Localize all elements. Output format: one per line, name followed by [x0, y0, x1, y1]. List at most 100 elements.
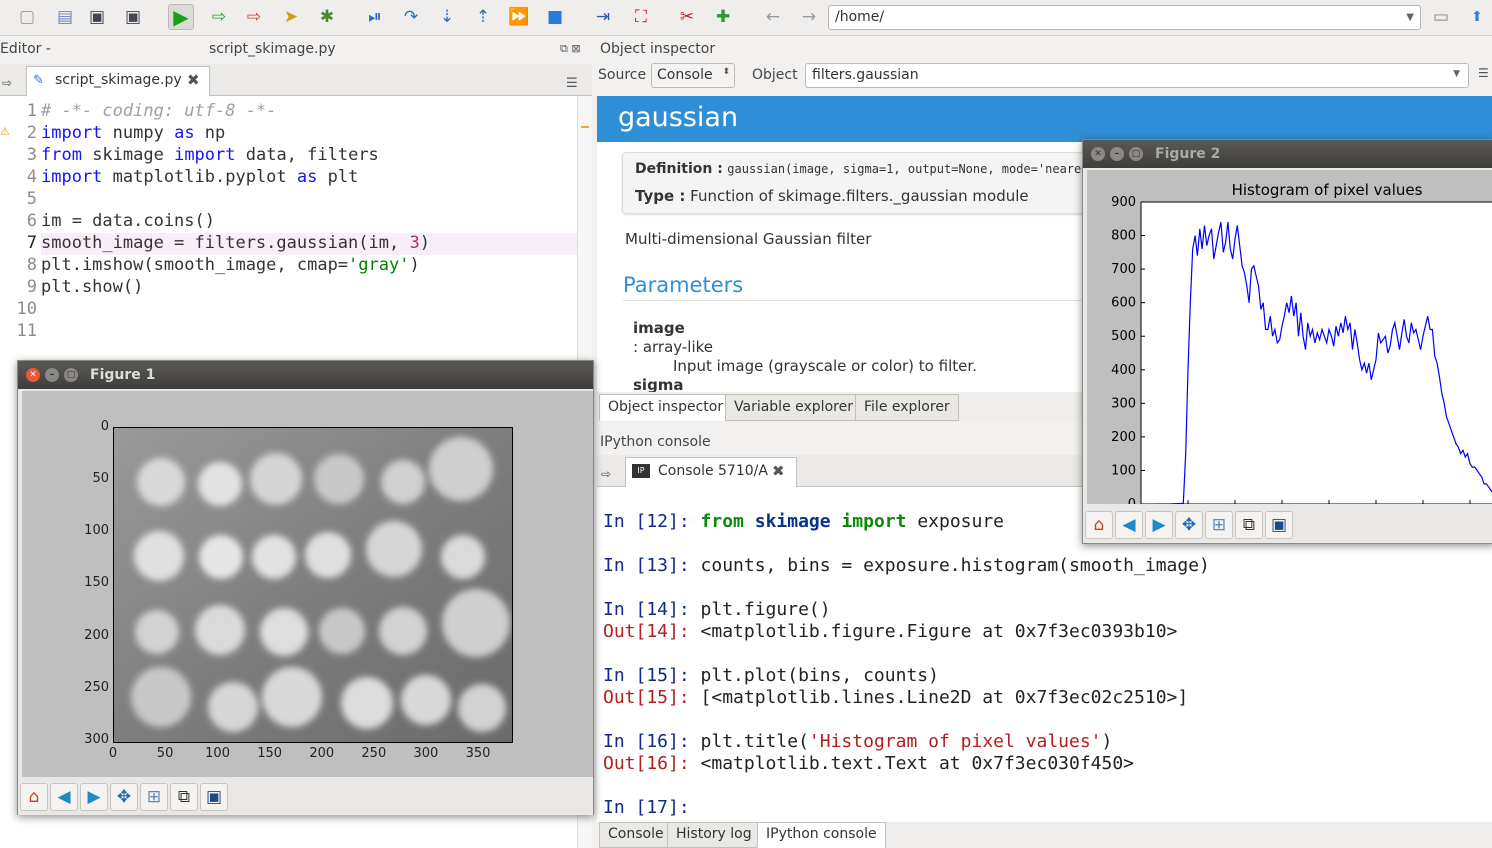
y-tick-label: 400: [1111, 363, 1136, 378]
minimize-icon[interactable]: –: [1110, 147, 1124, 161]
home-icon[interactable]: ⌂: [20, 783, 48, 811]
line-number: 10: [16, 299, 37, 319]
fullscreen-icon[interactable]: ⛶: [628, 4, 654, 30]
code-line[interactable]: 8 plt.imshow(smooth_image, cmap='gray'): [0, 254, 577, 276]
console-output-line: Out[16]: <matplotlib.text.Text at 0x7f3e…: [603, 753, 1135, 774]
options-icon[interactable]: ☰: [566, 76, 578, 91]
browse-tabs-icon[interactable]: ⇨: [601, 467, 611, 481]
forward-icon[interactable]: ▶: [1145, 511, 1173, 539]
browse-folder-icon[interactable]: ▭: [1428, 4, 1454, 30]
tab-console[interactable]: Console: [599, 822, 673, 848]
close-icon[interactable]: ✕: [26, 368, 40, 382]
tab-object-inspector[interactable]: Object inspector: [599, 394, 733, 421]
line-number: 5: [26, 189, 37, 209]
code-line[interactable]: 4 import matplotlib.pyplot as plt: [0, 166, 577, 188]
code-line[interactable]: 6 im = data.coins(): [0, 210, 577, 232]
figure1-titlebar[interactable]: ✕ – □ Figure 1: [18, 361, 593, 389]
back-icon[interactable]: ◀: [1115, 511, 1143, 539]
figure2-titlebar[interactable]: ✕ – □ Figure 2: [1083, 140, 1492, 168]
new-file-icon[interactable]: ▢: [14, 4, 40, 30]
console-input-line: In [14]: plt.figure(): [603, 599, 831, 620]
step-icon[interactable]: ↷: [398, 4, 424, 30]
configure-icon[interactable]: ⧉: [1235, 511, 1263, 539]
forward-arrow-icon[interactable]: →: [796, 4, 822, 30]
code-line[interactable]: 10: [0, 298, 577, 320]
code-line[interactable]: 7 smooth_image = filters.gaussian(im, 3): [0, 232, 577, 254]
console-input-line: In [16]: plt.title('Histogram of pixel v…: [603, 731, 1113, 752]
step-return-icon[interactable]: ⇡: [470, 4, 496, 30]
back-icon[interactable]: ◀: [50, 783, 78, 811]
pan-icon[interactable]: ✥: [1175, 511, 1203, 539]
continue-icon[interactable]: ⏩: [506, 4, 532, 30]
zoom-icon[interactable]: ⊞: [1205, 511, 1233, 539]
browse-tabs-icon[interactable]: ⇨: [2, 76, 12, 90]
run-cell-icon[interactable]: ⇨: [206, 4, 232, 30]
maximize-pane-icon[interactable]: ⇥: [590, 4, 616, 30]
open-file-icon[interactable]: ▤: [52, 4, 78, 30]
param-name-image: image: [633, 319, 685, 337]
working-directory-input[interactable]: /home/ ▼: [828, 5, 1421, 30]
figure2-window[interactable]: ✕ – □ Figure 2 0 100 200 300 400 500 600 700 800…: [1082, 139, 1492, 544]
debug-continue-icon[interactable]: ⏯: [362, 4, 388, 30]
figure2-title: Figure 2: [1155, 146, 1221, 162]
zoom-icon[interactable]: ⊞: [140, 783, 168, 811]
close-icon[interactable]: ✕: [1091, 147, 1105, 161]
param-desc-image: Input image (grayscale or color) to filt…: [673, 357, 977, 375]
configure-icon[interactable]: ⧉: [170, 783, 198, 811]
maximize-icon[interactable]: □: [1129, 147, 1143, 161]
line-number: 8: [26, 255, 37, 275]
source-select[interactable]: Console ⬍: [651, 63, 735, 88]
console-tab[interactable]: IP Console 5710/A ✖: [625, 457, 797, 487]
close-tab-icon[interactable]: ✖: [187, 71, 200, 89]
maximize-icon[interactable]: □: [64, 368, 78, 382]
forward-icon[interactable]: ▶: [80, 783, 108, 811]
code-line[interactable]: 3 from skimage import data, filters: [0, 144, 577, 166]
save-all-icon[interactable]: ▣: [120, 4, 146, 30]
x-tick-label: 0: [108, 746, 118, 761]
code-line[interactable]: 2 import numpy as np: [0, 122, 577, 144]
params-heading: Parameters: [623, 273, 744, 297]
object-input[interactable]: filters.gaussian ▼: [805, 63, 1469, 88]
set-directory-icon[interactable]: ⬆: [1464, 4, 1490, 30]
code-line[interactable]: 1 # -*- coding: utf-8 -*-: [0, 100, 577, 122]
line-number: 3: [26, 145, 37, 165]
options-icon[interactable]: ☰: [1478, 66, 1489, 80]
back-arrow-icon[interactable]: ←: [760, 4, 786, 30]
minimize-icon[interactable]: –: [45, 368, 59, 382]
home-icon[interactable]: ⌂: [1085, 511, 1113, 539]
code-line[interactable]: 11: [0, 320, 577, 342]
figure1-canvas: 0 50 100 150 200 250 300 350 0 50 100 150 200 250 300: [22, 391, 593, 777]
close-tab-icon[interactable]: ✖: [772, 462, 785, 480]
editor-pane-title: Editor -: [0, 41, 51, 57]
editor-tab[interactable]: ✎ script_skimage.py ✖: [26, 66, 210, 96]
stop-icon[interactable]: ■: [542, 4, 568, 30]
debug-icon[interactable]: ✱: [314, 4, 340, 30]
undock-icon[interactable]: ⧉ ⊠: [560, 42, 581, 56]
code-text: # -*- coding: utf-8 -*-: [41, 101, 277, 121]
console-prompt: In [14]:: [603, 599, 690, 620]
code-line[interactable]: 9 plt.show(): [0, 276, 577, 298]
object-label: Object: [752, 67, 798, 83]
run-selection-icon[interactable]: ➤: [278, 4, 304, 30]
pan-icon[interactable]: ✥: [110, 783, 138, 811]
console-input-line: In [17]:: [603, 797, 690, 818]
warning-marker: [581, 126, 589, 128]
save-figure-icon[interactable]: ▣: [1265, 511, 1293, 539]
type-label: Type :: [635, 187, 686, 205]
tab-variable-explorer[interactable]: Variable explorer: [725, 394, 862, 421]
y-tick-label: 50: [92, 471, 109, 487]
code-line[interactable]: 5: [0, 188, 577, 210]
step-into-icon[interactable]: ⇣: [434, 4, 460, 30]
chevron-down-icon[interactable]: ▼: [1453, 69, 1460, 79]
figure1-window[interactable]: ✕ – □ Figure 1 0 50 100 150 200 250 300 …: [17, 360, 594, 815]
save-figure-icon[interactable]: ▣: [200, 783, 228, 811]
chevron-down-icon[interactable]: ▼: [1406, 12, 1414, 23]
tab-ipython-console[interactable]: IPython console: [757, 822, 886, 848]
python-path-icon[interactable]: ✚: [710, 4, 736, 30]
preferences-icon[interactable]: ✂: [674, 4, 700, 30]
run-icon[interactable]: ▶: [168, 4, 194, 30]
tab-history-log[interactable]: History log: [667, 822, 761, 848]
tab-file-explorer[interactable]: File explorer: [855, 394, 959, 421]
save-icon[interactable]: ▣: [84, 4, 110, 30]
run-cell-advance-icon[interactable]: ⇨: [241, 4, 267, 30]
